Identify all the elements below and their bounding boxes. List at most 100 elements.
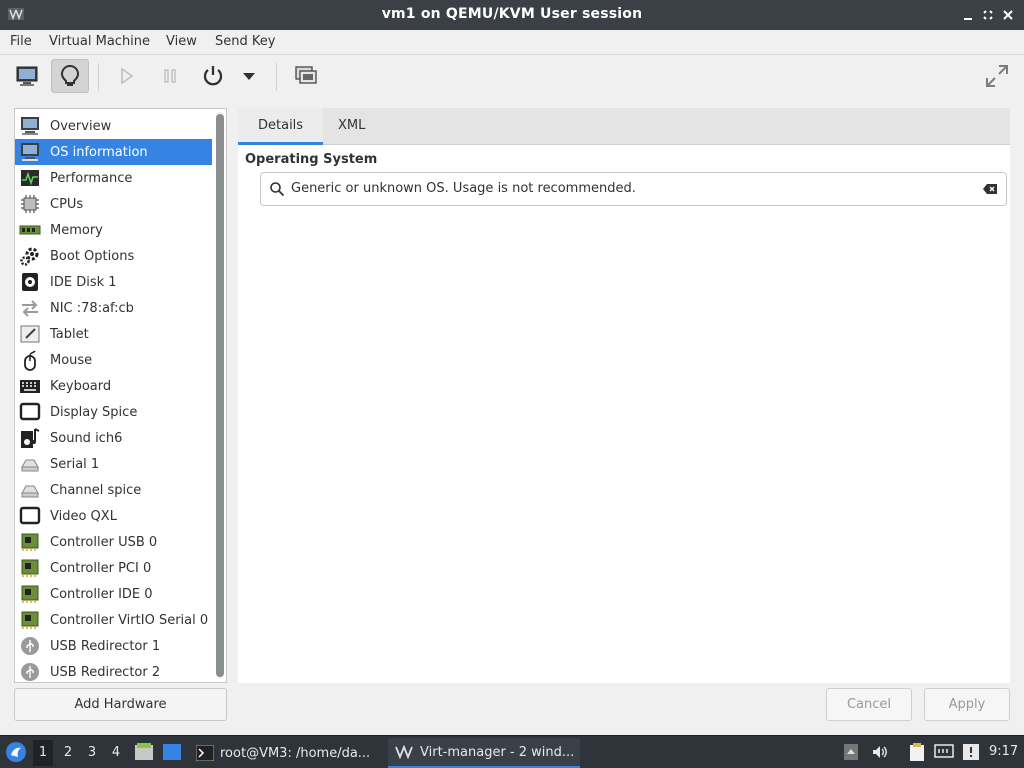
os-value: Generic or unknown OS. Usage is not reco… xyxy=(291,181,636,196)
sidebar-item-display-spice[interactable]: Display Spice xyxy=(15,399,212,425)
workspace-4[interactable]: 4 xyxy=(106,740,126,766)
sidebar-item-boot-options[interactable]: Boot Options xyxy=(15,243,212,269)
workspace-1[interactable]: 1 xyxy=(33,740,53,766)
cancel-button[interactable]: Cancel xyxy=(826,688,912,721)
sidebar-item-sound-ich6[interactable]: Sound ich6 xyxy=(15,425,212,451)
sidebar-item-label: Display Spice xyxy=(50,404,138,420)
console-button[interactable] xyxy=(8,59,46,93)
sidebar-item-keyboard[interactable]: Keyboard xyxy=(15,373,212,399)
folder-icon xyxy=(135,743,153,760)
sidebar-item-ide-disk-1[interactable]: IDE Disk 1 xyxy=(15,269,212,295)
menu-file[interactable]: File xyxy=(10,34,32,49)
os-search-field[interactable]: Generic or unknown OS. Usage is not reco… xyxy=(260,172,1007,206)
menu-bar: File Virtual Machine View Send Key xyxy=(0,30,1024,55)
fullscreen-icon xyxy=(986,65,1008,87)
snapshots-button[interactable] xyxy=(287,59,325,93)
cpu-icon xyxy=(17,191,43,217)
close-icon[interactable] xyxy=(1000,7,1016,23)
sidebar-item-controller-virtio-serial-0[interactable]: Controller VirtIO Serial 0 xyxy=(15,607,212,633)
serial-icon xyxy=(17,477,43,503)
monitor-icon xyxy=(17,139,43,165)
workspace-3[interactable]: 3 xyxy=(82,740,102,766)
scrollbar-thumb[interactable] xyxy=(216,114,224,677)
network-applet[interactable] xyxy=(934,743,954,765)
notification-icon xyxy=(963,744,979,760)
title-bar[interactable]: vm1 on QEMU/KVM User session xyxy=(0,0,1024,30)
sidebar-item-video-qxl[interactable]: Video QXL xyxy=(15,503,212,529)
taskbar-item-terminal[interactable]: root@VM3: /home/da... xyxy=(190,738,376,768)
sidebar-item-performance[interactable]: Performance xyxy=(15,165,212,191)
monitor-icon xyxy=(17,113,43,139)
task-label: root@VM3: /home/da... xyxy=(220,745,371,761)
shutdown-button[interactable] xyxy=(194,59,232,93)
minimize-icon[interactable] xyxy=(960,7,976,23)
pause-icon xyxy=(164,69,176,83)
disk-icon xyxy=(17,269,43,295)
sidebar-item-controller-usb-0[interactable]: Controller USB 0 xyxy=(15,529,212,555)
serial-icon xyxy=(17,451,43,477)
sidebar-scrollbar[interactable] xyxy=(216,112,224,679)
lightbulb-icon xyxy=(60,64,80,86)
taskbar-item-virt-manager[interactable]: Virt-manager - 2 wind... xyxy=(388,738,581,768)
sidebar-item-label: Mouse xyxy=(50,352,93,368)
volume-icon xyxy=(873,746,887,758)
window-title: vm1 on QEMU/KVM User session xyxy=(381,6,643,22)
sidebar-item-controller-ide-0[interactable]: Controller IDE 0 xyxy=(15,581,212,607)
taskbar: 1 2 3 4 root@VM3: /home/da... Virt-manag… xyxy=(0,735,1024,768)
notifications-applet[interactable] xyxy=(962,743,980,765)
details-button[interactable] xyxy=(51,59,89,93)
run-button[interactable] xyxy=(107,59,145,93)
sidebar-item-os-information[interactable]: OS information xyxy=(15,139,212,165)
menu-view[interactable]: View xyxy=(166,34,197,49)
sidebar-item-label: OS information xyxy=(50,144,148,160)
clear-icon[interactable] xyxy=(982,183,998,195)
sidebar-item-channel-spice[interactable]: Channel spice xyxy=(15,477,212,503)
desktop-launcher[interactable] xyxy=(162,742,182,766)
sidebar-item-serial-1[interactable]: Serial 1 xyxy=(15,451,212,477)
tab-xml[interactable]: XML xyxy=(318,108,385,145)
task-label: Virt-manager - 2 wind... xyxy=(420,744,575,760)
add-hardware-button[interactable]: Add Hardware xyxy=(14,688,227,721)
start-menu-button[interactable] xyxy=(5,741,27,763)
sidebar-item-tablet[interactable]: Tablet xyxy=(15,321,212,347)
gear-icon xyxy=(17,243,43,269)
mouse-icon xyxy=(17,347,43,373)
network-icon xyxy=(17,295,43,321)
sidebar-item-label: Memory xyxy=(50,222,103,238)
section-title: Operating System xyxy=(245,152,378,167)
workspace-2[interactable]: 2 xyxy=(58,740,78,766)
sidebar-item-cpus[interactable]: CPUs xyxy=(15,191,212,217)
controller-icon xyxy=(17,607,43,633)
tab-details[interactable]: Details xyxy=(238,108,324,145)
shutdown-menu-button[interactable] xyxy=(234,59,264,93)
menu-send-key[interactable]: Send Key xyxy=(215,34,275,49)
clipboard-applet[interactable] xyxy=(908,742,926,766)
tablet-icon xyxy=(17,321,43,347)
keyboard-icon xyxy=(17,373,43,399)
snapshot-icon xyxy=(295,66,317,84)
sidebar-item-overview[interactable]: Overview xyxy=(15,113,212,139)
fullscreen-button[interactable] xyxy=(978,59,1016,93)
volume-control[interactable] xyxy=(871,743,889,765)
sidebar-item-mouse[interactable]: Mouse xyxy=(15,347,212,373)
sidebar-item-controller-pci-0[interactable]: Controller PCI 0 xyxy=(15,555,212,581)
tray-arrow-icon xyxy=(844,744,858,760)
sidebar-item-label: USB Redirector 1 xyxy=(50,638,161,654)
sidebar-item-label: Boot Options xyxy=(50,248,135,264)
sidebar-item-memory[interactable]: Memory xyxy=(15,217,212,243)
apply-button[interactable]: Apply xyxy=(924,688,1010,721)
sidebar-item-label: USB Redirector 2 xyxy=(50,664,161,680)
menu-virtual-machine[interactable]: Virtual Machine xyxy=(49,34,150,49)
file-manager-launcher[interactable] xyxy=(134,742,154,766)
tray-scroll-indicator[interactable] xyxy=(843,743,859,765)
sidebar-item-nic[interactable]: NIC :78:af:cb xyxy=(15,295,212,321)
controller-icon xyxy=(17,555,43,581)
sidebar-item-label: Controller USB 0 xyxy=(50,534,158,550)
play-icon xyxy=(121,67,134,85)
pause-button[interactable] xyxy=(151,59,189,93)
memory-icon xyxy=(17,217,43,243)
clock[interactable]: 9:17 xyxy=(989,744,1018,759)
maximize-icon[interactable] xyxy=(980,7,996,23)
sidebar-item-usb-redirector-1[interactable]: USB Redirector 1 xyxy=(15,633,212,659)
sidebar-item-usb-redirector-2[interactable]: USB Redirector 2 xyxy=(15,659,212,682)
